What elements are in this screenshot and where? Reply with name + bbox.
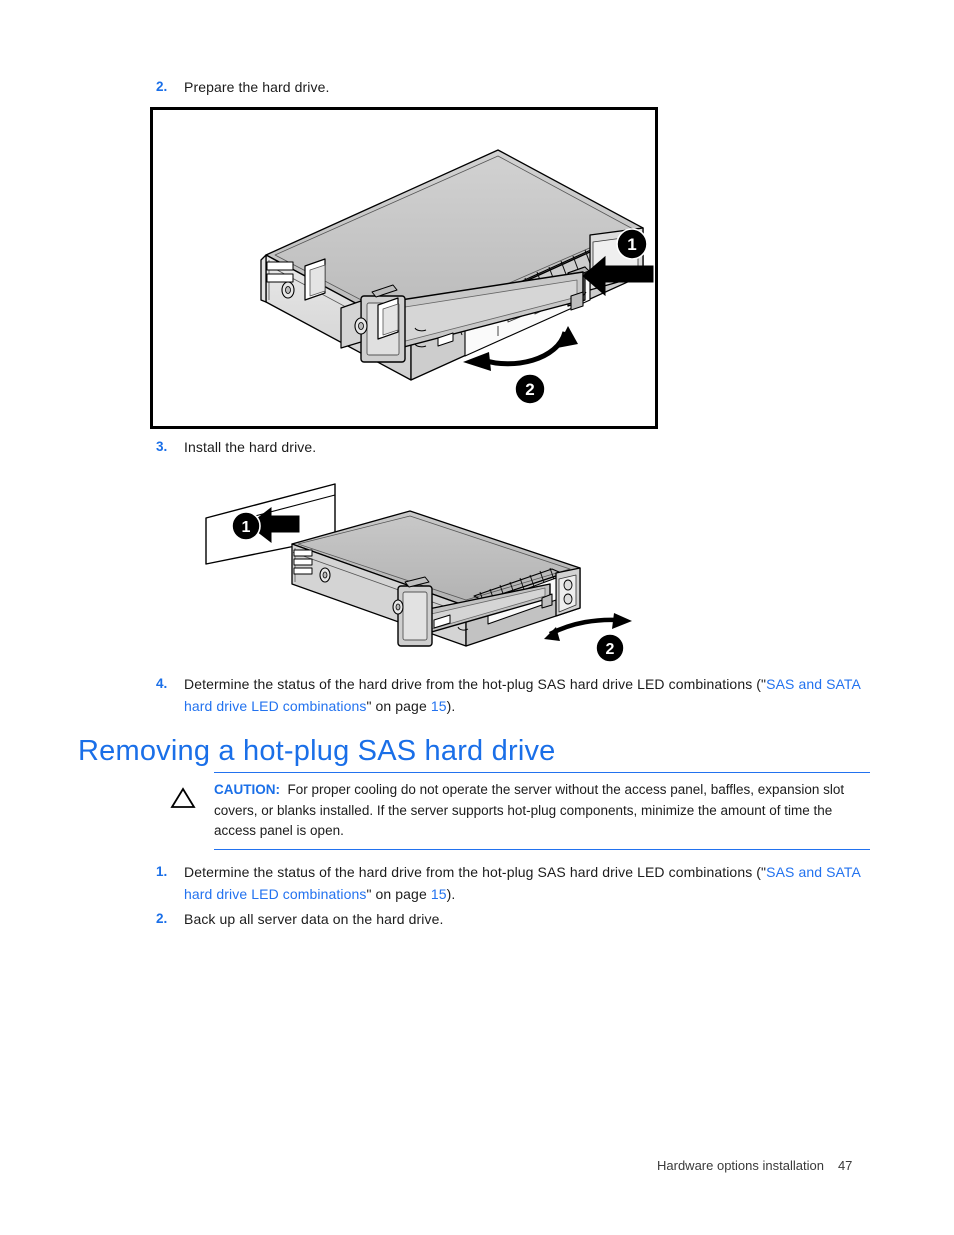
step-text: Prepare the hard drive. xyxy=(184,79,330,95)
step-item-back-up-data: 2. Back up all server data on the hard d… xyxy=(150,908,880,930)
callout-2-badge: 2 xyxy=(514,373,546,405)
caution-body: For proper cooling do not operate the se… xyxy=(214,782,845,838)
caution-triangle-glyph xyxy=(170,787,196,808)
step-text: Back up all server data on the hard driv… xyxy=(184,911,444,927)
step-item-determine-status-1: 1. Determine the status of the hard driv… xyxy=(150,861,880,905)
link-page-15[interactable]: 15 xyxy=(431,698,447,714)
svg-text:1: 1 xyxy=(627,235,636,254)
footer-section-name: Hardware options installation xyxy=(657,1158,824,1173)
step-text-tail: ). xyxy=(446,698,456,714)
svg-text:2: 2 xyxy=(525,380,534,399)
step-item-install-hard-drive: 3. Install the hard drive. xyxy=(150,436,850,458)
step-text-mid: " on page xyxy=(366,886,431,902)
step-number: 4. xyxy=(156,676,168,691)
callout-1-badge: 1 xyxy=(616,228,648,260)
step-number: 3. xyxy=(156,439,168,454)
footer-page-number: 47 xyxy=(837,1158,853,1173)
figure-prepare-hard-drive-graphic: 1 2 xyxy=(260,149,654,405)
svg-text:2: 2 xyxy=(606,641,615,658)
step-text-lead: Determine the status of the hard drive f… xyxy=(184,864,767,880)
caution-block: CAUTION: For proper cooling do not opera… xyxy=(170,772,870,850)
figure-prepare-hard-drive: 1 2 xyxy=(150,107,658,429)
caution-text: CAUTION: For proper cooling do not opera… xyxy=(214,780,870,842)
step-number: 2. xyxy=(156,79,168,94)
step-text: Determine the status of the hard drive f… xyxy=(184,673,880,717)
step-number: 1. xyxy=(156,864,168,879)
caution-panel: CAUTION: For proper cooling do not opera… xyxy=(214,772,870,850)
page-footer: Hardware options installation 47 xyxy=(657,1158,852,1173)
step-text-lead: Determine the status of the hard drive f… xyxy=(184,676,767,692)
step-text-tail: ). xyxy=(446,886,456,902)
figure-install-hard-drive: 1 2 xyxy=(198,472,646,668)
figure-install-hard-drive-graphic: 1 2 xyxy=(205,483,632,663)
svg-text:1: 1 xyxy=(242,519,251,536)
step-text: Install the hard drive. xyxy=(184,439,317,455)
callout-1-badge: 1 xyxy=(231,511,261,541)
caution-label: CAUTION: xyxy=(214,782,280,797)
page-title: Removing a hot-plug SAS hard drive xyxy=(78,735,556,767)
caution-triangle-icon xyxy=(170,772,214,815)
step-text: Determine the status of the hard drive f… xyxy=(184,861,880,905)
step-item-determine-status-4: 4. Determine the status of the hard driv… xyxy=(150,673,880,717)
step-item-prepare-hard-drive: 2. Prepare the hard drive. xyxy=(150,76,850,98)
callout-2-badge: 2 xyxy=(595,633,625,663)
link-page-15[interactable]: 15 xyxy=(431,886,447,902)
step-number: 2. xyxy=(156,911,168,926)
step-text-mid: " on page xyxy=(366,698,431,714)
